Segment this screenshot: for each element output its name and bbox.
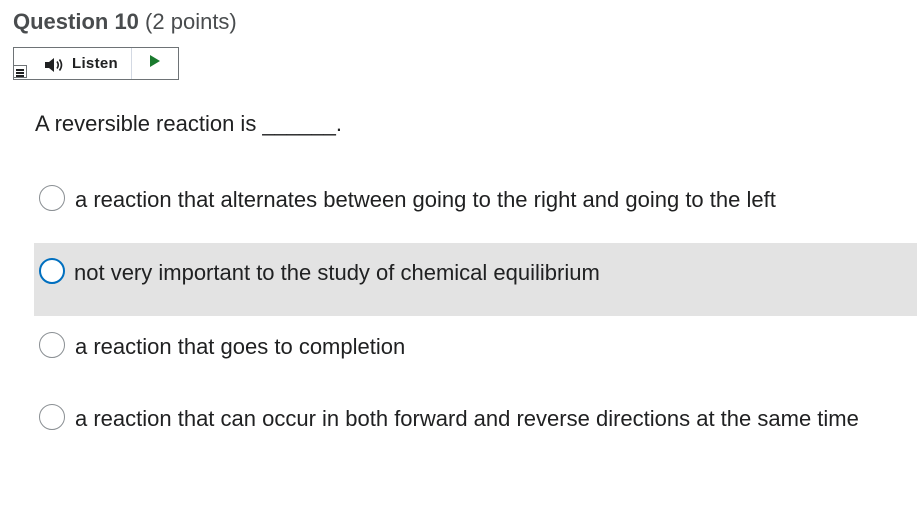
radio-button[interactable] xyxy=(39,332,65,358)
answer-option-4[interactable]: a reaction that can occur in both forwar… xyxy=(34,404,917,468)
question-text: A reversible reaction is ______. xyxy=(35,111,342,136)
speaker-icon xyxy=(44,57,66,78)
play-button[interactable] xyxy=(132,48,178,79)
option-label: a reaction that can occur in both forwar… xyxy=(75,406,859,431)
answer-option-2[interactable]: not very important to the study of chemi… xyxy=(34,243,917,316)
radio-button[interactable] xyxy=(39,404,65,430)
quiz-question-page: Question 10 (2 points) Listen A reversib… xyxy=(0,0,917,505)
play-icon xyxy=(149,54,161,73)
option-label: not very important to the study of chemi… xyxy=(74,260,600,285)
answer-option-3[interactable]: a reaction that goes to completion xyxy=(34,332,917,362)
question-points: (2 points) xyxy=(145,9,237,34)
question-number: Question 10 xyxy=(13,9,139,34)
listen-button[interactable]: Listen xyxy=(14,48,132,79)
radio-button[interactable] xyxy=(39,258,65,284)
question-header: Question 10 (2 points) xyxy=(13,8,237,36)
listen-label: Listen xyxy=(72,55,118,72)
option-label: a reaction that goes to completion xyxy=(75,334,406,359)
option-label: a reaction that alternates between going… xyxy=(75,187,776,212)
answer-option-1[interactable]: a reaction that alternates between going… xyxy=(34,185,917,215)
radio-button[interactable] xyxy=(39,185,65,211)
menu-icon[interactable] xyxy=(13,65,27,78)
listen-widget: Listen xyxy=(13,47,179,80)
